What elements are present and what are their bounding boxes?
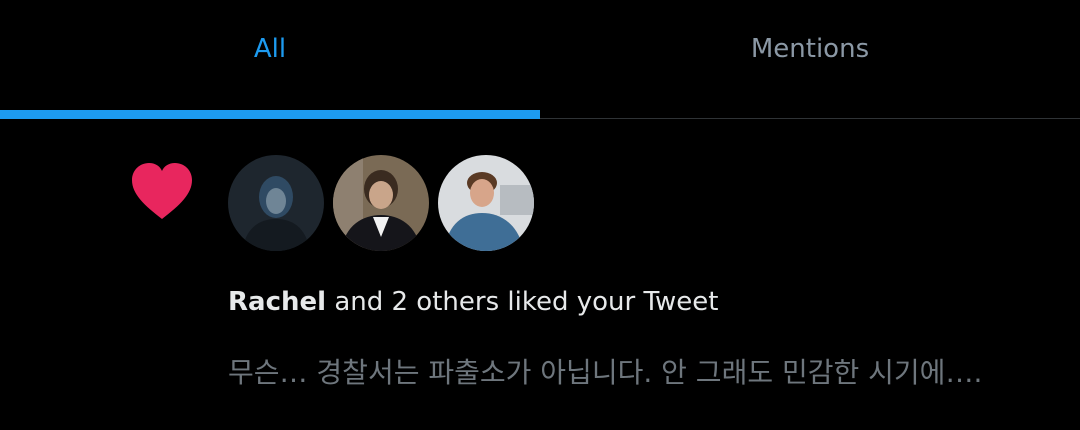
like-notification[interactable]: Rachel and 2 others liked your Tweet 무슨……: [0, 119, 1080, 430]
tab-mentions-label: Mentions: [750, 34, 870, 64]
liker-username[interactable]: Rachel: [228, 287, 326, 317]
heart-icon: [130, 161, 194, 221]
tab-mentions[interactable]: Mentions: [540, 0, 1080, 118]
avatar[interactable]: [228, 155, 324, 251]
avatar[interactable]: [333, 155, 429, 251]
notifications-tab-bar: All Mentions: [0, 0, 1080, 119]
active-tab-indicator: [0, 110, 540, 119]
tab-all-label: All: [253, 34, 287, 64]
notification-text: Rachel and 2 others liked your Tweet: [228, 287, 718, 317]
notification-action: and 2 others liked your Tweet: [334, 287, 719, 317]
tab-all[interactable]: All: [0, 0, 540, 118]
tweet-excerpt: 무슨… 경찰서는 파출소가 아닙니다. 안 그래도 민감한 시기에….: [228, 356, 983, 389]
avatar[interactable]: [438, 155, 534, 251]
